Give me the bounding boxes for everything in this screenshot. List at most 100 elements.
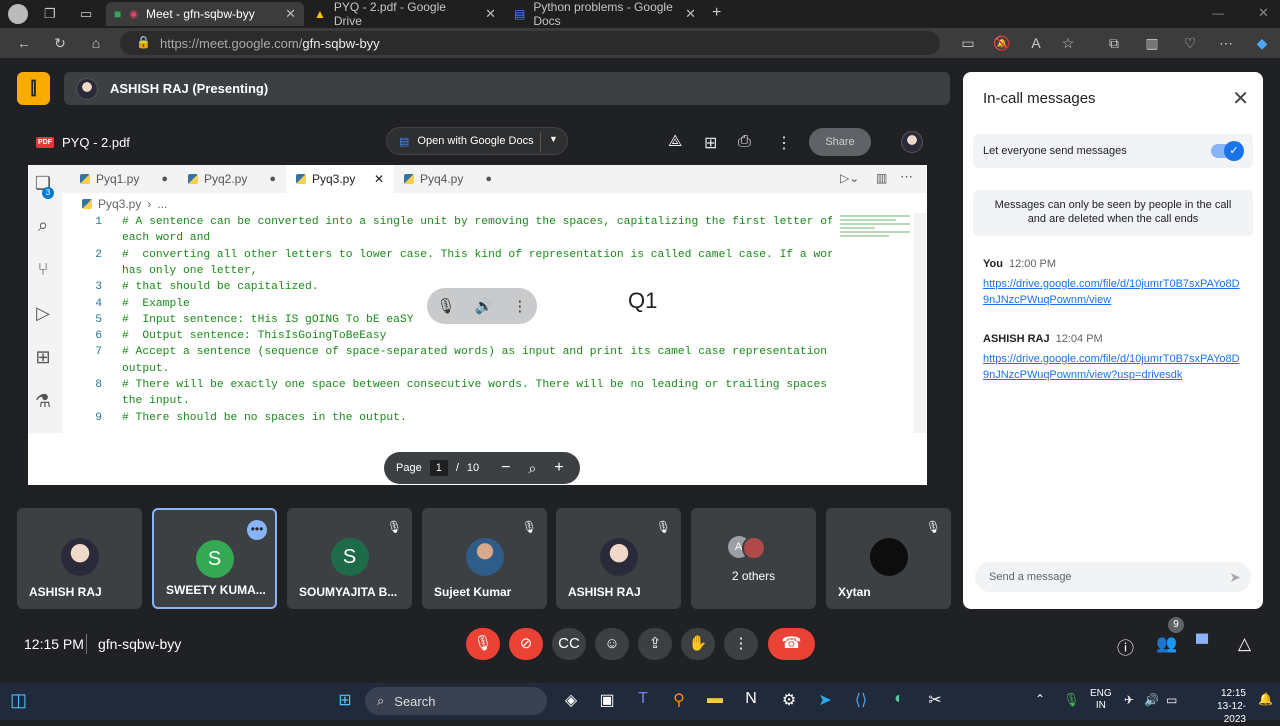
snipping-tool-icon[interactable]: ✂	[924, 690, 946, 712]
people-icon[interactable]: 👥	[1156, 634, 1177, 654]
start-icon[interactable]: ⊞	[334, 690, 356, 712]
code-line[interactable]: # converting all other letters to lower …	[122, 249, 832, 261]
code-line[interactable]: has only one letter,	[122, 265, 258, 277]
split-screen-icon[interactable]: ▥	[1142, 33, 1162, 53]
editor-scrollbar[interactable]	[914, 213, 926, 433]
code-line[interactable]: # Input sentence: tHis IS gOING To bE ea…	[122, 314, 414, 326]
volume-icon[interactable]: 🔊	[1144, 693, 1159, 707]
send-permission-toggle[interactable]	[1211, 141, 1244, 161]
tab-pyq4[interactable]: Pyq4.py ●	[394, 165, 502, 193]
zoom-in-icon[interactable]: +	[554, 459, 563, 477]
activities-icon[interactable]: △	[1238, 634, 1251, 654]
code-line[interactable]: # that should be capitalized.	[122, 281, 319, 293]
source-control-icon[interactable]: ⑂	[30, 259, 56, 285]
airplane-icon[interactable]: ✈	[1124, 693, 1134, 707]
language-indicator[interactable]: ENG IN	[1090, 688, 1112, 712]
vscode-icon[interactable]: ⟨⟩	[850, 690, 872, 712]
taskbar-search[interactable]: ⌕ Search	[365, 687, 547, 715]
minimize-icon[interactable]: —	[1212, 6, 1224, 20]
notifications-off-icon[interactable]: 🔕	[992, 33, 1012, 53]
speaker-icon[interactable]: 🔊	[475, 297, 494, 315]
mic-off-icon[interactable]: 🎙	[437, 297, 456, 315]
zoom-out-icon[interactable]: −	[501, 459, 510, 477]
teams-icon[interactable]: T	[632, 690, 654, 712]
chat-icon[interactable]: ▀	[1196, 634, 1208, 654]
telegram-icon[interactable]: ➤	[814, 690, 836, 712]
extensions-icon[interactable]: ⊞	[30, 347, 56, 373]
page-input[interactable]: 1	[429, 460, 448, 476]
tab-pyq3[interactable]: Pyq3.py ✕	[286, 165, 394, 193]
search-app-icon[interactable]: ⚲	[668, 690, 690, 712]
message-input[interactable]: Send a message ➤	[975, 562, 1251, 592]
participant-tile[interactable]: Xytan 🎙	[826, 508, 951, 609]
favorite-icon[interactable]: ☆	[1058, 33, 1078, 53]
browser-tab-meet[interactable]: ■ ◉ Meet - gfn-sqbw-byy ✕	[106, 2, 304, 26]
more-icon[interactable]: ⋯	[900, 169, 913, 185]
reload-icon[interactable]: ↻	[50, 33, 70, 53]
comment-icon[interactable]: ⊞	[704, 133, 717, 153]
message-link[interactable]: https://drive.google.com/file/d/10jumrT0…	[983, 351, 1243, 383]
minimap[interactable]	[840, 213, 910, 245]
close-tab-icon[interactable]: ✕	[485, 6, 496, 22]
search-icon[interactable]: ⌕	[30, 215, 56, 241]
clock[interactable]: 12:15 13-12-2023	[1204, 687, 1246, 726]
code-line[interactable]: # Output sentence: ThisIsGoingToBeEasy	[122, 330, 386, 342]
tab-actions-icon[interactable]: ▭	[80, 6, 92, 22]
chevron-down-icon[interactable]: ▼	[549, 134, 558, 144]
code-line[interactable]: the input.	[122, 395, 190, 407]
close-tab-icon[interactable]: ✕	[685, 6, 696, 22]
more-options-icon[interactable]: •••	[247, 520, 267, 540]
code-line[interactable]: # Accept a sentence (sequence of space-s…	[122, 346, 832, 358]
close-tab-icon[interactable]: ✕	[374, 172, 384, 186]
captions-button[interactable]: CC	[552, 628, 586, 660]
camera-icon[interactable]: ▭	[958, 33, 978, 53]
zoom-icon[interactable]: ⌕	[528, 460, 536, 477]
code-line[interactable]: # There should be no spaces in the outpu…	[122, 412, 407, 424]
back-icon[interactable]: ←	[14, 33, 34, 53]
print-icon[interactable]: ⎙	[738, 133, 751, 151]
reactions-button[interactable]: ☺	[595, 628, 629, 660]
profile-avatar[interactable]	[8, 4, 28, 24]
meeting-details-icon[interactable]: ⓘ	[1117, 634, 1134, 659]
code-line[interactable]: output.	[122, 363, 169, 375]
close-tab-icon[interactable]: ✕	[285, 6, 296, 22]
copilot-icon[interactable]: ◆	[1252, 33, 1272, 53]
split-editor-icon[interactable]: ▥	[876, 171, 887, 185]
code-line[interactable]: # There will be exactly one space betwee…	[122, 379, 832, 391]
browser-tab-drive[interactable]: ▲ PYQ - 2.pdf - Google Drive ✕	[306, 0, 504, 28]
new-tab-icon[interactable]: +	[712, 4, 721, 22]
file-manager-icon[interactable]: ▣	[596, 690, 618, 712]
open-with-docs-button[interactable]: ▤ Open with Google Docs ▼	[386, 127, 568, 155]
send-icon[interactable]: ➤	[1229, 562, 1241, 592]
code-line[interactable]: # A sentence can be converted into a sin…	[122, 216, 832, 228]
task-view-icon[interactable]: ◫	[10, 690, 27, 711]
participant-tile[interactable]: ASHISH RAJ 🎙	[556, 508, 681, 609]
code-line[interactable]: # Example	[122, 298, 190, 310]
code-line[interactable]: each word and	[122, 232, 210, 244]
participant-tile[interactable]: A2 others	[691, 508, 816, 609]
close-icon[interactable]: ✕	[1232, 86, 1249, 111]
more-options-icon[interactable]: ⋮	[512, 297, 527, 315]
more-options-icon[interactable]: ⋮	[776, 133, 792, 153]
chevron-up-icon[interactable]: ⌃	[1035, 692, 1045, 706]
more-icon[interactable]: ⋯	[1216, 33, 1236, 53]
extensions-icon[interactable]: ⧉	[1104, 33, 1124, 53]
folder-icon[interactable]: ▬	[704, 690, 726, 712]
microphone-icon[interactable]: 🎙	[1063, 692, 1080, 708]
notion-icon[interactable]: N	[740, 690, 762, 712]
tab-pyq2[interactable]: Pyq2.py ●	[178, 165, 286, 193]
more-options-button[interactable]: ⋮	[724, 628, 758, 660]
camera-toggle-button[interactable]: ⊘	[509, 628, 543, 660]
read-aloud-icon[interactable]: A	[1026, 33, 1046, 53]
widgets-icon[interactable]: ◈	[560, 690, 582, 712]
tab-pyq1[interactable]: Pyq1.py ●	[70, 165, 178, 193]
workspaces-icon[interactable]: ❐	[44, 6, 56, 22]
run-debug-icon[interactable]: ▷	[30, 303, 56, 329]
run-icon[interactable]: ▷⌄	[840, 171, 859, 185]
battery-icon[interactable]: ▭	[1166, 693, 1177, 707]
present-button[interactable]: ⇪	[638, 628, 672, 660]
participant-tile[interactable]: S SOUMYAJITA B... 🎙	[287, 508, 412, 609]
mic-toggle-button[interactable]: 🎙	[466, 628, 500, 660]
leave-call-button[interactable]: ☎	[768, 628, 815, 660]
participant-tile[interactable]: S SWEETY KUMA... •••	[152, 508, 277, 609]
